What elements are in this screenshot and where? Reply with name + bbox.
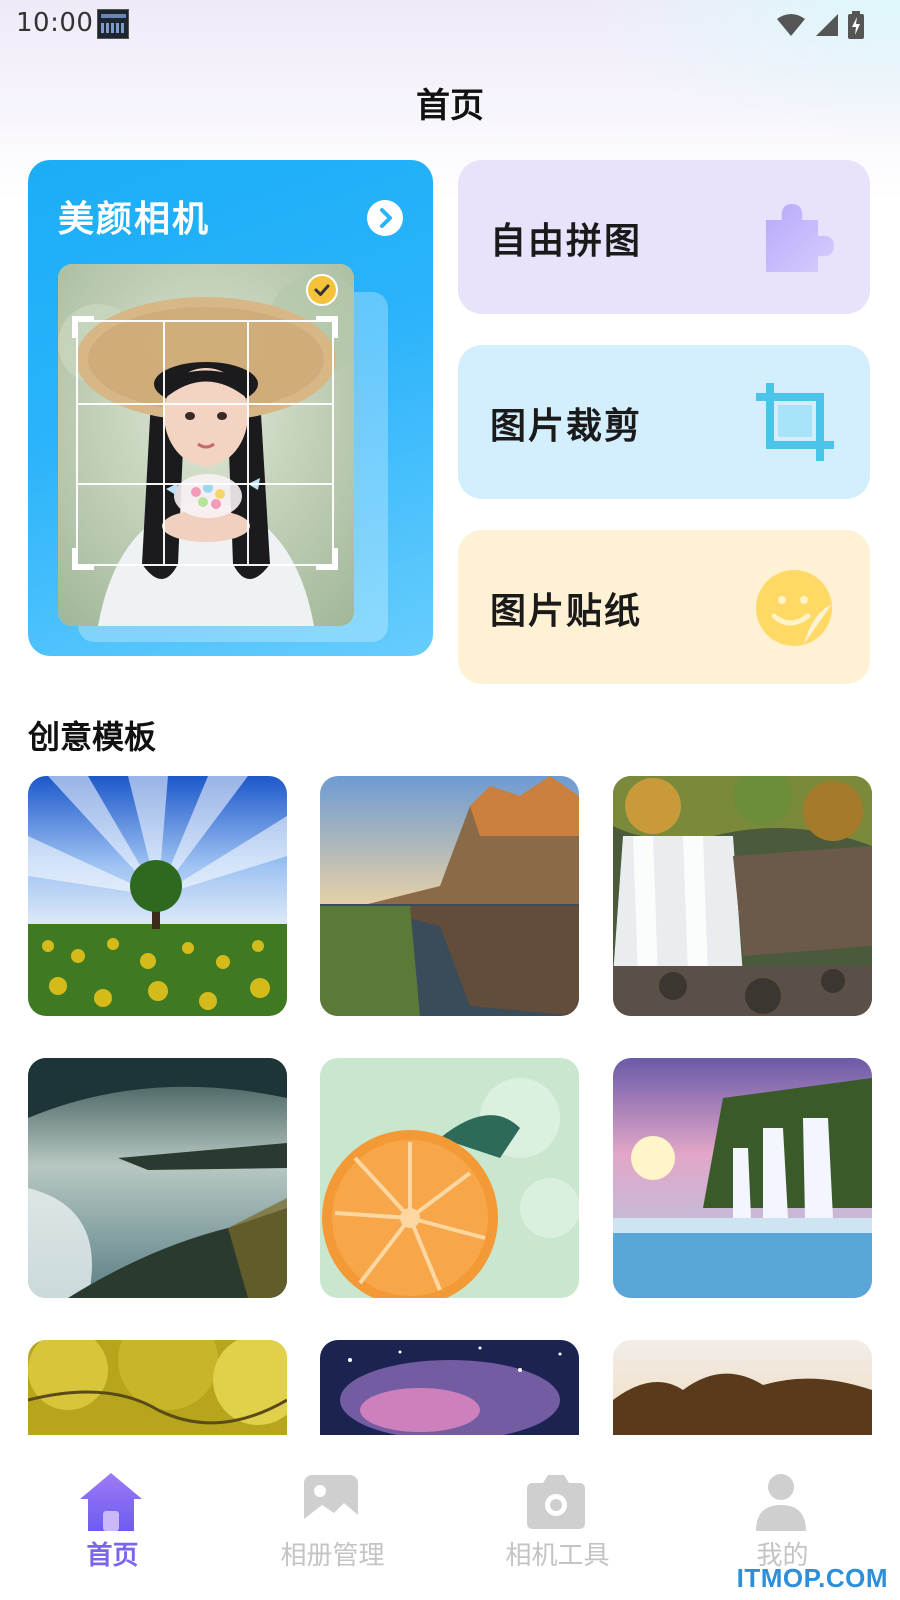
image-crop-label: 图片裁剪 bbox=[490, 406, 643, 447]
free-collage-label: 自由拼图 bbox=[490, 221, 643, 262]
site-watermark: ITMOP.COM bbox=[736, 1563, 888, 1593]
home-screen: 10:00 首页 美颜相机 自由拼图 图片裁剪 图片贴纸 创意模板 首页 相册管… bbox=[0, 0, 900, 1600]
status-icons bbox=[776, 10, 864, 40]
template-thumbnail[interactable] bbox=[613, 776, 872, 1016]
template-thumbnail[interactable] bbox=[320, 776, 579, 1016]
template-grid bbox=[28, 776, 874, 1436]
tab-camera-tools-label: 相机工具 bbox=[505, 1541, 610, 1571]
bottom-tab-bar: 首页 相册管理 相机工具 我的 ITMOP.COM bbox=[0, 1435, 900, 1600]
beauty-camera-title: 美颜相机 bbox=[58, 199, 211, 240]
beauty-camera-card[interactable]: 美颜相机 bbox=[28, 160, 433, 656]
tab-album[interactable]: 相册管理 bbox=[220, 1435, 445, 1600]
tab-camera-tools[interactable]: 相机工具 bbox=[445, 1435, 670, 1600]
sticker-face-icon bbox=[752, 564, 838, 650]
home-icon bbox=[78, 1471, 144, 1533]
template-thumbnail[interactable] bbox=[320, 1058, 579, 1298]
image-sticker-card[interactable]: 图片贴纸 bbox=[458, 530, 870, 684]
crop-icon bbox=[752, 379, 838, 465]
creative-templates-title: 创意模板 bbox=[28, 718, 157, 756]
template-thumbnail[interactable] bbox=[28, 776, 287, 1016]
camera-icon bbox=[523, 1471, 589, 1533]
template-thumbnail[interactable] bbox=[28, 1340, 287, 1436]
arrow-right-icon[interactable] bbox=[367, 200, 403, 236]
wifi-icon bbox=[777, 14, 805, 36]
template-thumbnail[interactable] bbox=[613, 1340, 872, 1436]
image-crop-card[interactable]: 图片裁剪 bbox=[458, 345, 870, 499]
puzzle-icon bbox=[752, 194, 838, 280]
template-thumbnail[interactable] bbox=[613, 1058, 872, 1298]
tab-album-label: 相册管理 bbox=[280, 1541, 385, 1571]
template-thumbnail[interactable] bbox=[28, 1058, 287, 1298]
album-icon bbox=[298, 1471, 364, 1533]
tab-home[interactable]: 首页 bbox=[0, 1435, 225, 1600]
battery-icon bbox=[848, 11, 864, 39]
status-bar: 10:00 bbox=[0, 0, 900, 48]
tab-home-label: 首页 bbox=[86, 1541, 139, 1571]
page-title: 首页 bbox=[416, 86, 484, 126]
selected-check-icon bbox=[306, 274, 338, 306]
profile-icon bbox=[748, 1471, 814, 1533]
image-sticker-label: 图片贴纸 bbox=[490, 591, 643, 632]
signal-icon bbox=[816, 14, 838, 36]
camera-preview-photo bbox=[58, 264, 354, 626]
template-thumbnail[interactable] bbox=[320, 1340, 579, 1436]
notification-app-icon bbox=[97, 9, 129, 39]
status-time: 10:00 bbox=[16, 8, 94, 38]
free-collage-card[interactable]: 自由拼图 bbox=[458, 160, 870, 314]
crop-grid-overlay bbox=[72, 316, 338, 570]
